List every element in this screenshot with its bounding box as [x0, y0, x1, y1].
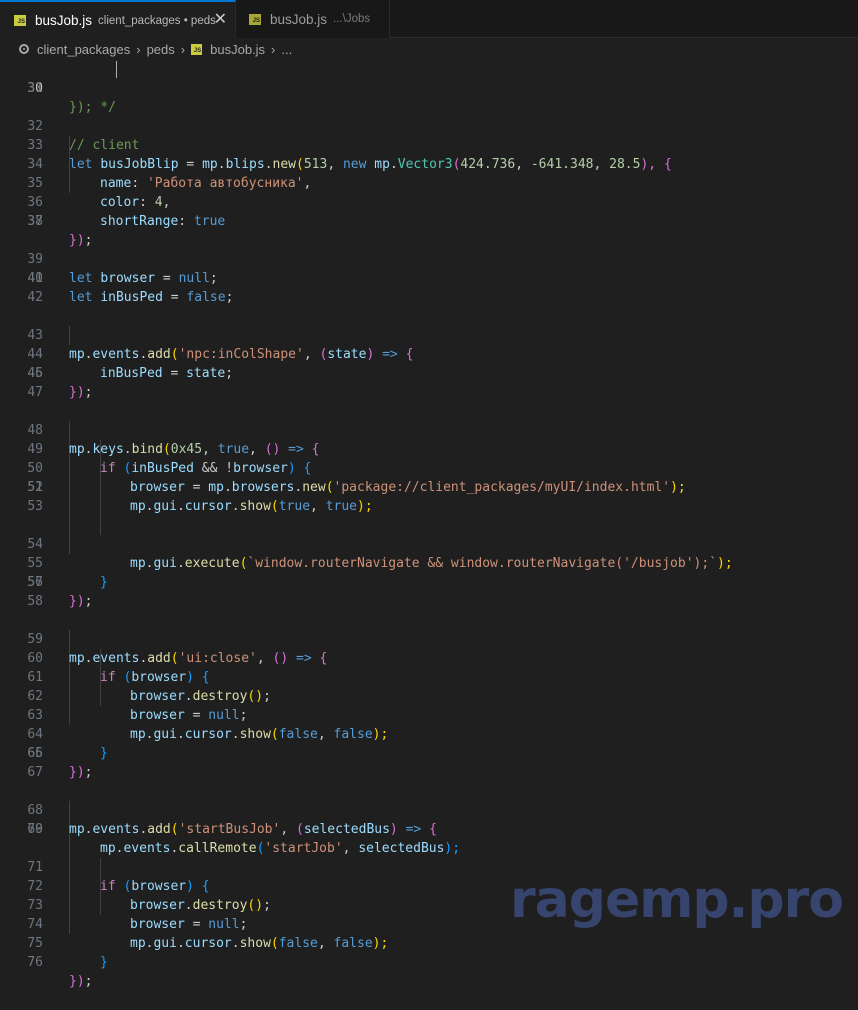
code-line: 57: [0, 573, 858, 592]
tab-description: ...\Jobs: [333, 13, 371, 25]
code-line: 55 }: [0, 535, 858, 590]
line-number: 41: [27, 271, 43, 286]
chevron-right-icon: ›: [271, 41, 276, 57]
code-editor[interactable]: 30 }); */ 31 32 // client 33 let busJobB…: [0, 60, 858, 989]
code-line: 51 mp.gui.cursor.show(true, true);: [0, 459, 858, 514]
tab-title: busJob.js: [35, 13, 93, 28]
code-line: 54 mp.gui.execute(`window.routerNavigate…: [0, 516, 858, 571]
code-line: 37 });: [0, 193, 858, 248]
code-line: 44 inBusPed = state;: [0, 326, 858, 381]
code-line: 56 });: [0, 554, 858, 609]
line-number: 76: [27, 955, 43, 970]
line-number: 57: [27, 575, 43, 590]
breadcrumb-item-file[interactable]: busJob.js: [210, 42, 265, 57]
code-line: 30 }); */: [0, 60, 858, 115]
code-line: 63 mp.gui.cursor.show(false, false);: [0, 687, 858, 742]
chevron-right-icon: ›: [180, 41, 186, 57]
folder-root-icon: [19, 44, 29, 54]
js-file-icon: JS: [191, 43, 203, 55]
code-line: 50 browser = mp.browsers.new('package://…: [0, 440, 858, 495]
code-line: 40 let inBusPed = false;: [0, 250, 858, 305]
code-line: 60 if (browser) {: [0, 630, 858, 685]
chevron-right-icon: ›: [136, 41, 141, 57]
tab-bar: JS busJob.js client_packages • peds ✕ JS…: [0, 0, 858, 39]
code-line: 42: [0, 288, 858, 307]
code-line: 62 browser = null;: [0, 668, 858, 723]
code-line: 70: [0, 820, 858, 839]
breadcrumb: client_packages › peds › JS busJob.js › …: [0, 38, 858, 60]
code-line: 59 mp.events.add('ui:close', () => {: [0, 611, 858, 666]
code-line: 45 });: [0, 345, 858, 400]
code-line: 46: [0, 364, 858, 383]
line-number: 66: [27, 746, 43, 761]
tab-busjob-jobs[interactable]: JS busJob.js ...\Jobs: [236, 0, 390, 38]
code-line: 48 mp.keys.bind(0x45, true, () => {: [0, 402, 858, 457]
code-line: 49 if (inBusPed && !browser) {: [0, 421, 858, 476]
code-line: 58: [0, 592, 858, 611]
code-line: 35 color: 4,: [0, 155, 858, 210]
text-cursor: [116, 61, 117, 78]
line-number: 42: [27, 290, 43, 305]
code-line: 32 // client: [0, 98, 858, 153]
breadcrumb-item-symbols[interactable]: ...: [281, 42, 292, 57]
code-line: 39 let browser = null;: [0, 231, 858, 286]
breadcrumb-item-peds[interactable]: peds: [147, 42, 175, 57]
code-line: 66: [0, 744, 858, 763]
line-number: 52: [27, 480, 43, 495]
code-line: 31: [0, 79, 858, 98]
code-line: 33 let busJobBlip = mp.blips.new(513, ne…: [0, 117, 858, 172]
line-number: 46: [27, 366, 43, 381]
code-line: 34 name: 'Работа автобусника',: [0, 136, 858, 191]
line-number: 38: [27, 214, 43, 229]
code-line: 76 });: [0, 934, 858, 989]
tab-description: client_packages • peds: [98, 14, 216, 27]
line-number: 58: [27, 594, 43, 609]
code-line: 61 browser.destroy();: [0, 649, 858, 704]
breadcrumb-item-client-packages[interactable]: client_packages: [37, 42, 130, 57]
line-number: 53: [27, 499, 43, 514]
code-line: 65 });: [0, 725, 858, 780]
code-line: 52: [0, 478, 858, 497]
line-number: 31: [27, 81, 43, 96]
code-line: 71 if (browser) {: [0, 839, 858, 894]
code-line: 67: [0, 763, 858, 782]
code-line: 69 mp.events.callRemote('startJob', sele…: [0, 801, 858, 856]
code-line: 43 mp.events.add('npc:inColShape', (stat…: [0, 307, 858, 362]
line-number: 67: [27, 765, 43, 780]
code-text: }: [100, 955, 108, 970]
line-number: 70: [27, 822, 43, 837]
tab-busjob-client[interactable]: JS busJob.js client_packages • peds ✕: [0, 0, 236, 39]
js-file-icon: JS: [249, 13, 261, 25]
code-line: 64 }: [0, 706, 858, 761]
code-line: 41: [0, 269, 858, 288]
code-line: 53: [0, 497, 858, 516]
code-line: 68 mp.events.add('startBusJob', (selecte…: [0, 782, 858, 837]
js-file-icon: JS: [14, 15, 26, 26]
line-number: 47: [27, 385, 43, 400]
watermark-logo: ragemp.pro: [510, 870, 844, 930]
tab-title: busJob.js: [270, 11, 328, 27]
code-line: 47: [0, 383, 858, 402]
code-line: 36 shortRange: true: [0, 174, 858, 229]
code-text: });: [69, 974, 93, 989]
code-line: 38: [0, 212, 858, 231]
close-icon[interactable]: ✕: [214, 11, 227, 29]
